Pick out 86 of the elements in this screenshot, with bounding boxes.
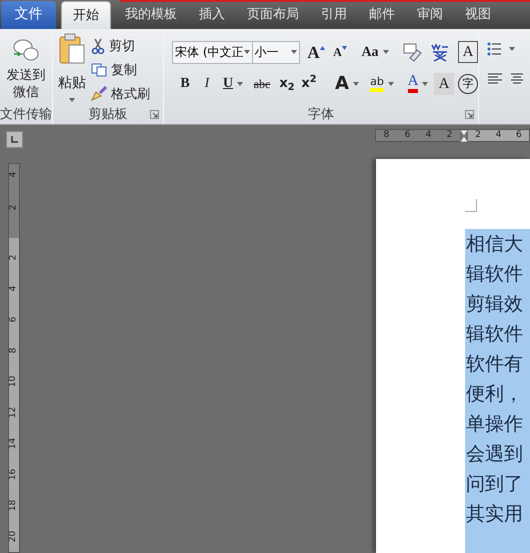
change-case-button[interactable]: Aa (360, 41, 390, 64)
ruler-number: 8 (384, 130, 390, 141)
ribbon-tab[interactable]: 邮件 (358, 0, 406, 29)
font-color-button[interactable]: A (402, 72, 434, 95)
down-triangle-icon (342, 46, 347, 50)
group-label: 文件传输 (0, 106, 52, 124)
send-to-wechat-button[interactable]: 发送到微信 (0, 28, 52, 106)
ribbon-tab[interactable]: 我的模板 (114, 0, 188, 29)
ruler-number: 8 (10, 348, 18, 354)
ruler-number: 18 (10, 500, 18, 512)
caret-icon (291, 50, 297, 54)
ribbon-tab[interactable]: 开始 (61, 0, 111, 29)
highlight-button[interactable]: ab (366, 72, 398, 95)
ruler-number: 4 (10, 172, 18, 178)
ruler-number: 12 (10, 406, 18, 418)
strikethrough-button[interactable]: abc (248, 72, 276, 95)
eraser-icon[interactable] (402, 42, 422, 62)
character-shading-button[interactable]: A (434, 72, 454, 95)
phonetic-guide-icon[interactable] (430, 42, 450, 62)
document-text-line: 辑软件 (466, 322, 524, 347)
caret-icon (422, 82, 428, 86)
caret-icon (352, 82, 359, 86)
ruler-number: 6 (516, 130, 522, 141)
ruler-number: 6 (10, 316, 18, 322)
ruler-number: 4 (496, 130, 502, 141)
ruler-number: 20 (10, 530, 18, 542)
ruler-number: 2 (446, 130, 452, 141)
dialog-launcher-icon[interactable] (465, 110, 474, 119)
font-name-field[interactable]: 宋体 (中文正 (172, 40, 252, 64)
bold-button[interactable]: B (174, 72, 196, 95)
grow-font-button[interactable]: A (304, 41, 328, 64)
document-text-line: 剪辑效 (466, 292, 524, 317)
clipboard-icon (58, 32, 86, 65)
document-text-line: 软件有 (466, 352, 524, 377)
paste-button[interactable]: 粘贴 (53, 32, 91, 106)
subscript-button[interactable]: x$_{2}$ (276, 72, 298, 95)
ribbon-tab[interactable]: 插入 (188, 0, 236, 29)
ruler-number: 4 (10, 286, 18, 292)
ribbon-tab[interactable]: 页面布局 (236, 0, 310, 29)
ruler-number: 2 (10, 204, 18, 210)
clipboard-command[interactable]: 剪切 (91, 36, 150, 56)
clipboard-command[interactable]: 格式刷 (91, 84, 150, 104)
caret-icon (69, 98, 75, 102)
dialog-launcher-icon[interactable] (150, 110, 159, 119)
caret-icon (388, 82, 394, 86)
ribbon-tab[interactable]: 引用 (310, 0, 358, 29)
up-triangle-icon (320, 46, 325, 50)
ruler-number: 10 (10, 376, 18, 388)
left-tab-icon (10, 136, 18, 143)
document-text-line: 其实用 (466, 502, 524, 527)
document-text-line: 辑软件 (466, 262, 524, 287)
shrink-font-button[interactable]: A (328, 41, 352, 64)
underline-button[interactable]: U (218, 72, 248, 95)
chat-bubbles-icon (12, 36, 40, 63)
font-size-field[interactable]: 小一 (252, 40, 300, 64)
document-text-line: 会遇到 (466, 442, 524, 467)
file-tab[interactable]: 文件 (1, 0, 56, 29)
ruler-number: 14 (10, 438, 18, 450)
document-text-line: 单操作 (466, 412, 524, 437)
text-effects-button[interactable]: A (332, 72, 362, 95)
clipboard-command[interactable]: 复制 (91, 60, 150, 80)
document-text-line: 问到了 (466, 472, 524, 497)
caret-icon (244, 50, 250, 54)
paintbrush-icon (91, 86, 107, 102)
ruler-number: 4 (426, 130, 432, 141)
group-label: 剪贴板 (88, 106, 128, 124)
document-text-line: 便利， (466, 382, 524, 407)
bullet-list-icon[interactable] (487, 40, 517, 57)
caret-icon (382, 50, 389, 54)
align-left-icon[interactable] (487, 72, 503, 85)
scissors-icon (91, 38, 105, 54)
tab-selector[interactable] (6, 131, 22, 148)
group-label: 字体 (308, 106, 334, 124)
ribbon-tab[interactable]: 审阅 (406, 0, 454, 29)
ruler-number: 16 (10, 468, 18, 480)
ruler-number: 2 (10, 254, 18, 260)
superscript-button[interactable]: x$^{2}$ (298, 72, 320, 95)
align-center-icon[interactable] (511, 72, 523, 85)
copy-icon (91, 63, 107, 78)
ruler-number: 2 (475, 130, 482, 141)
character-border-button[interactable]: A (458, 41, 478, 64)
italic-button[interactable]: I (196, 72, 218, 95)
caret-icon (237, 82, 244, 86)
document-text-line: 相信大 (466, 232, 524, 257)
ribbon-tab[interactable]: 视图 (454, 0, 502, 29)
ruler-number: 6 (404, 130, 410, 141)
